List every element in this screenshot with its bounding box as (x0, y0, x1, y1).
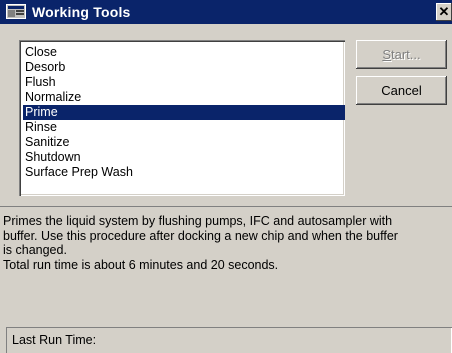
list-item[interactable]: Desorb (24, 60, 343, 75)
list-item[interactable]: Sanitize (24, 135, 343, 150)
cancel-label: Cancel (381, 83, 422, 98)
close-icon: ✕ (438, 4, 450, 19)
list-item[interactable]: Surface Prep Wash (24, 165, 343, 180)
procedure-list[interactable]: Close Desorb Flush Normalize Prime Rinse… (19, 40, 345, 196)
app-window-icon (6, 4, 26, 19)
list-item[interactable]: Prime (23, 105, 345, 120)
start-label: tart... (391, 47, 421, 62)
procedure-description: Primes the liquid system by flushing pum… (3, 214, 398, 272)
title-bar[interactable]: Working Tools ✕ (0, 0, 452, 24)
last-run-label: Last Run Time: (12, 333, 97, 347)
list-item[interactable]: Rinse (24, 120, 343, 135)
cancel-button[interactable]: Cancel (356, 76, 447, 105)
start-mnemonic: S (382, 47, 392, 62)
list-item[interactable]: Shutdown (24, 150, 343, 165)
list-item[interactable]: Close (24, 45, 343, 60)
list-item[interactable]: Flush (24, 75, 343, 90)
close-button[interactable]: ✕ (436, 3, 452, 21)
window-title: Working Tools (32, 4, 131, 20)
status-bar: Last Run Time: (6, 327, 452, 353)
start-button[interactable]: Start... (356, 40, 447, 69)
list-item[interactable]: Normalize (24, 90, 343, 105)
description-panel: Primes the liquid system by flushing pum… (0, 206, 452, 324)
